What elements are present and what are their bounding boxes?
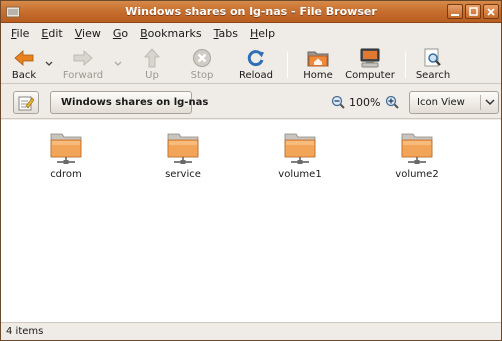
folder-name: volume2 <box>395 169 439 180</box>
maximize-button[interactable] <box>465 4 481 19</box>
menu-tabs[interactable]: Tabs <box>208 27 244 40</box>
file-icon-view[interactable]: cdrom service volume1 volume2 <box>1 120 501 322</box>
path-button-label: Windows shares on lg-nas <box>61 97 209 108</box>
minimize-icon <box>451 13 459 16</box>
menu-help[interactable]: Help <box>244 27 281 40</box>
zoom-in-icon[interactable] <box>385 95 399 109</box>
home-folder-icon <box>307 51 329 67</box>
minimize-button[interactable] <box>447 4 463 19</box>
menu-bookmarks[interactable]: Bookmarks <box>134 27 207 40</box>
chevron-down-icon <box>485 99 495 106</box>
home-button[interactable]: Home <box>301 44 335 84</box>
toolbar: Back Forward Up Stop Reload Home Compute… <box>1 44 501 84</box>
back-history-chevron-icon[interactable] <box>45 61 53 67</box>
toolbar-separator <box>287 52 288 78</box>
close-icon <box>487 7 495 16</box>
forward-button[interactable]: Forward <box>61 44 105 84</box>
folder-name: service <box>165 169 201 180</box>
edit-location-icon <box>18 96 34 110</box>
select-divider <box>480 95 481 110</box>
view-mode-select[interactable]: Icon View <box>409 91 499 114</box>
file-browser-window: Windows shares on lg-nas - File Browser … <box>0 0 502 341</box>
up-arrow-icon <box>144 48 160 68</box>
zoom-out-icon[interactable] <box>331 95 345 109</box>
computer-icon <box>360 48 380 68</box>
close-button[interactable] <box>483 4 499 19</box>
up-button[interactable]: Up <box>139 44 165 84</box>
folder-name: cdrom <box>50 169 82 180</box>
search-icon <box>424 48 441 67</box>
back-button[interactable]: Back <box>9 44 39 84</box>
window-title: Windows shares on lg-nas - File Browser <box>125 5 377 18</box>
folder-item-volume1[interactable]: volume1 <box>260 130 340 180</box>
stop-icon <box>193 49 211 67</box>
toolbar-separator <box>405 52 406 78</box>
title-bar[interactable]: Windows shares on lg-nas - File Browser <box>1 1 501 23</box>
path-button-windows-shares[interactable]: Windows shares on lg-nas <box>50 91 208 114</box>
menu-view[interactable]: View <box>69 27 107 40</box>
menu-bar: File Edit View Go Bookmarks Tabs Help <box>1 23 501 43</box>
status-bar: 4 items <box>1 322 501 340</box>
view-mode-value: Icon View <box>417 97 465 108</box>
network-folder-icon <box>284 133 316 164</box>
toggle-location-entry-button[interactable] <box>13 91 39 114</box>
folder-name: volume1 <box>278 169 322 180</box>
menu-file[interactable]: File <box>5 27 35 40</box>
back-arrow-icon <box>14 50 34 66</box>
forward-history-chevron-icon[interactable] <box>114 61 122 67</box>
folder-item-service[interactable]: service <box>143 130 223 180</box>
reload-icon <box>247 50 264 67</box>
search-button[interactable]: Search <box>413 44 453 84</box>
menu-go[interactable]: Go <box>107 27 134 40</box>
folder-item-volume2[interactable]: volume2 <box>377 130 457 180</box>
reload-button[interactable]: Reload <box>237 44 275 84</box>
zoom-level-label[interactable]: 100% <box>349 96 380 109</box>
network-folder-icon <box>401 133 433 164</box>
menu-edit[interactable]: Edit <box>35 27 68 40</box>
network-folder-icon <box>50 133 82 164</box>
location-bar: Windows shares on lg-nas 100% Icon View <box>1 85 501 119</box>
forward-arrow-icon <box>73 50 93 66</box>
computer-button[interactable]: Computer <box>345 44 395 84</box>
network-folder-icon <box>167 133 199 164</box>
stop-button[interactable]: Stop <box>187 44 217 84</box>
maximize-icon <box>468 7 478 16</box>
folder-item-cdrom[interactable]: cdrom <box>26 130 106 180</box>
